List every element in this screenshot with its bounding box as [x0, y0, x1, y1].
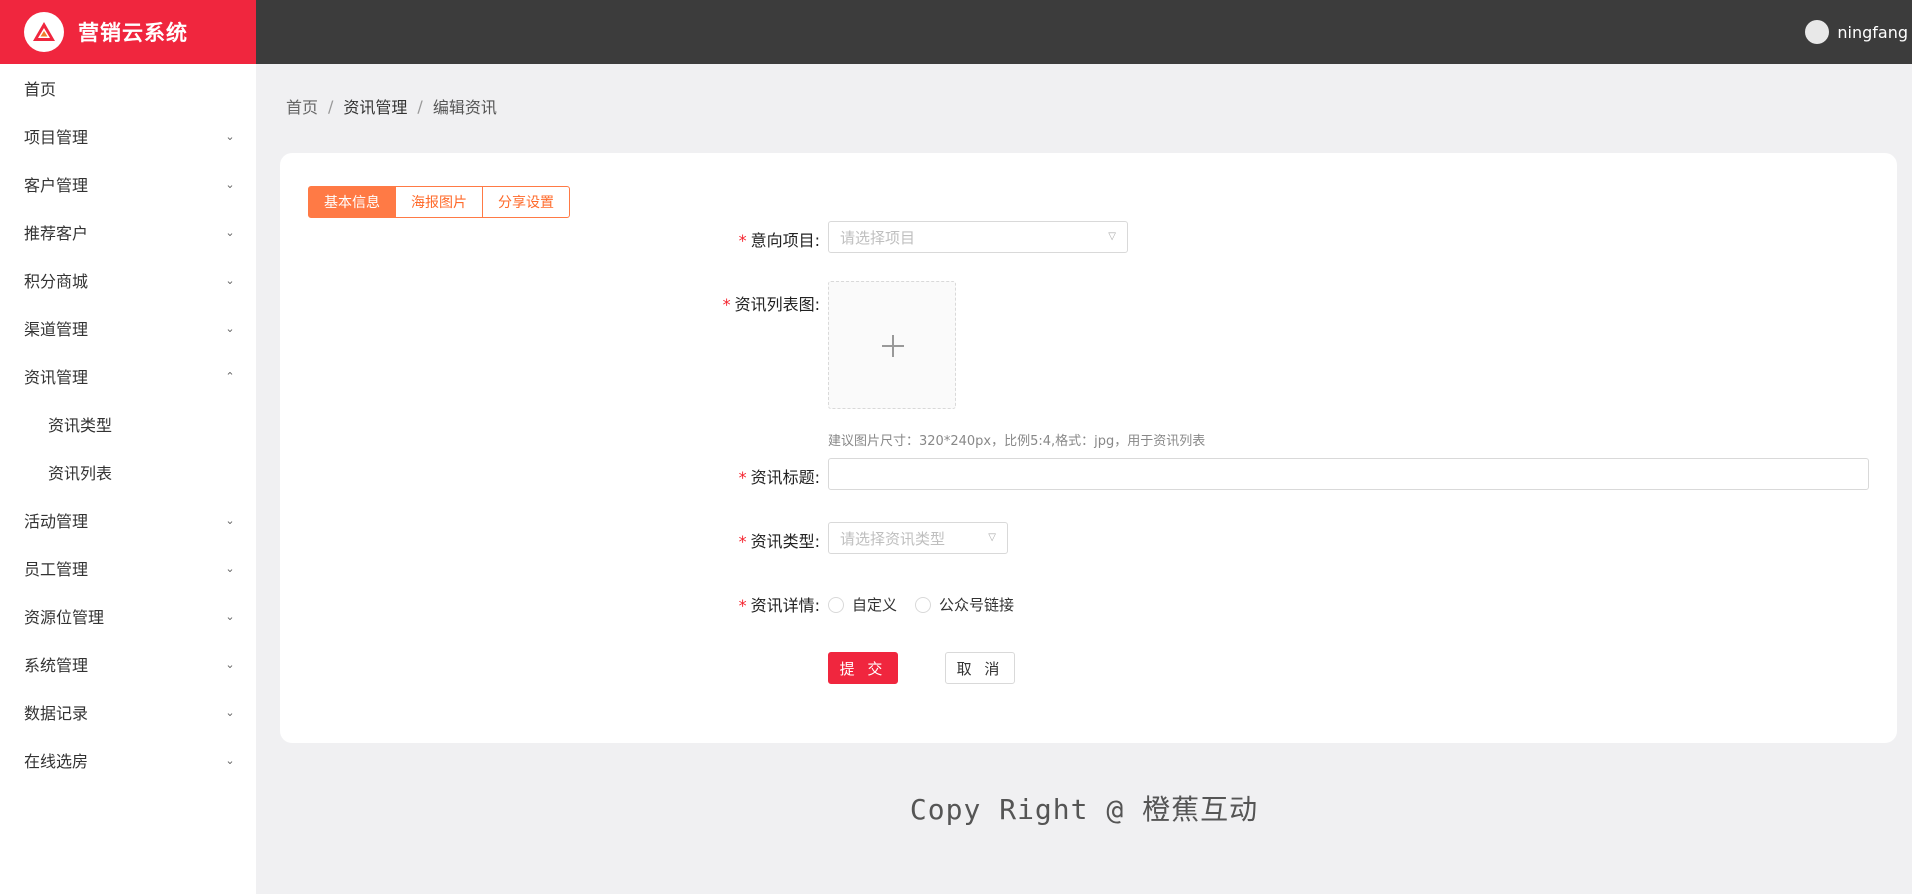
title-label: * 资讯标题:: [739, 464, 820, 488]
chevron-down-icon: ⌄: [225, 129, 235, 143]
breadcrumb-separator: /: [417, 96, 423, 116]
breadcrumb-separator: /: [328, 96, 334, 116]
radio-wechat-link[interactable]: 公众号链接: [915, 594, 1014, 615]
breadcrumb: 首页 / 资讯管理 / 编辑资讯: [286, 94, 497, 118]
sidebar-item-label: 推荐客户: [24, 224, 89, 243]
user-name: ningfang: [1837, 22, 1908, 42]
sidebar-subitem-news-types[interactable]: 资讯类型: [0, 400, 256, 448]
breadcrumb-current: 编辑资讯: [432, 98, 497, 117]
radio-circle: [915, 596, 932, 613]
chevron-down-icon: ⌄: [225, 561, 235, 575]
image-hint: 建议图片尺寸：320*240px，比例5:4,格式：jpg，用于资讯列表: [828, 434, 1206, 449]
radio-label: 自定义: [852, 596, 898, 614]
sidebar-item-data-records[interactable]: 数据记录 ⌄: [0, 688, 256, 736]
sidebar-item-label: 员工管理: [24, 560, 89, 579]
edit-news-card: 基本信息 海报图片 分享设置 * 意向项目: 请选择项目 ▽ * 资讯列表图: 建议…: [280, 153, 1897, 743]
sidebar-item-label: 资讯列表: [48, 464, 113, 483]
radio-circle: [828, 596, 844, 613]
required-mark: *: [738, 532, 747, 551]
title-label-text: 资讯标题:: [750, 468, 820, 487]
submit-button[interactable]: 提 交: [828, 652, 898, 684]
chevron-down-icon: ⌄: [225, 657, 235, 671]
sidebar-item-resource-slots[interactable]: 资源位管理 ⌄: [0, 592, 256, 640]
required-mark: *: [722, 295, 731, 314]
sidebar-item-staff[interactable]: 员工管理 ⌄: [0, 544, 256, 592]
chevron-down-icon: ▽: [1108, 231, 1116, 242]
list-image-label-text: 资讯列表图:: [734, 295, 820, 314]
sidebar-item-activities[interactable]: 活动管理 ⌄: [0, 496, 256, 544]
chevron-down-icon: ▽: [988, 532, 996, 543]
chevron-down-icon: ⌄: [225, 705, 235, 719]
sidebar-item-label: 活动管理: [24, 512, 89, 531]
sidebar-item-online-selection[interactable]: 在线选房 ⌄: [0, 736, 256, 784]
top-bar: ningfang: [256, 0, 1912, 64]
type-select-placeholder: 请选择资讯类型: [840, 529, 946, 548]
sidebar-item-customers[interactable]: 客户管理 ⌄: [0, 160, 256, 208]
sidebar-item-projects[interactable]: 项目管理 ⌄: [0, 112, 256, 160]
cancel-button[interactable]: 取 消: [945, 652, 1015, 684]
list-image-label: * 资讯列表图:: [723, 291, 820, 315]
form-tabs: 基本信息 海报图片 分享设置: [308, 186, 570, 218]
sidebar-item-label: 首页: [24, 80, 57, 99]
sidebar-item-label: 数据记录: [24, 704, 89, 723]
required-mark: *: [738, 596, 747, 615]
sidebar-item-label: 渠道管理: [24, 320, 89, 339]
chevron-down-icon: ⌄: [225, 753, 235, 767]
tab-share-settings[interactable]: 分享设置: [482, 186, 570, 218]
detail-radio-group: 自定义 公众号链接: [828, 594, 1032, 615]
sidebar-item-label: 项目管理: [24, 128, 89, 147]
required-mark: *: [738, 231, 747, 250]
sidebar-item-label: 系统管理: [24, 656, 89, 675]
chevron-down-icon: ⌄: [225, 513, 235, 527]
chevron-down-icon: ⌄: [225, 177, 235, 191]
sidebar-item-label: 资讯类型: [48, 416, 113, 435]
type-label: * 资讯类型:: [739, 528, 820, 552]
chevron-up-icon: ⌃: [225, 369, 235, 383]
app-title: 营销云系统: [78, 21, 188, 45]
project-label: * 意向项目:: [739, 227, 820, 251]
sidebar-item-system[interactable]: 系统管理 ⌄: [0, 640, 256, 688]
project-label-text: 意向项目:: [750, 231, 820, 250]
sidebar-item-news[interactable]: 资讯管理 ⌃: [0, 352, 256, 400]
chevron-down-icon: ⌄: [225, 609, 235, 623]
avatar: [1805, 20, 1830, 44]
image-upload[interactable]: [828, 281, 956, 409]
detail-label-text: 资讯详情:: [750, 596, 820, 615]
chevron-down-icon: ⌄: [225, 273, 235, 287]
logo[interactable]: 营销云系统: [0, 0, 256, 64]
sidebar-item-label: 资讯管理: [24, 368, 89, 387]
required-mark: *: [738, 468, 747, 487]
sidebar-subitem-news-list[interactable]: 资讯列表: [0, 448, 256, 496]
sidebar-item-home[interactable]: 首页: [0, 64, 256, 112]
radio-label: 公众号链接: [939, 596, 1015, 614]
sidebar-item-referrals[interactable]: 推荐客户 ⌄: [0, 208, 256, 256]
tab-basic-info[interactable]: 基本信息: [308, 186, 396, 218]
sidebar-item-label: 资源位管理: [24, 608, 105, 627]
type-label-text: 资讯类型:: [750, 532, 820, 551]
project-select[interactable]: 请选择项目 ▽: [828, 221, 1128, 253]
breadcrumb-home[interactable]: 首页: [286, 94, 318, 118]
sidebar-item-label: 客户管理: [24, 176, 89, 195]
title-input[interactable]: [828, 458, 1869, 490]
plus-icon: [892, 335, 894, 357]
sidebar-menu: 首页 项目管理 ⌄ 客户管理 ⌄ 推荐客户 ⌄ 积分商城 ⌄ 渠道管理 ⌄ 资讯管理 ⌃ 资…: [0, 64, 256, 784]
type-select[interactable]: 请选择资讯类型 ▽: [828, 522, 1008, 554]
tab-poster-images[interactable]: 海报图片: [395, 186, 483, 218]
brand-logo-icon: [24, 12, 64, 52]
project-select-placeholder: 请选择项目: [840, 228, 916, 247]
radio-custom[interactable]: 自定义: [828, 594, 897, 615]
footer-copyright: Copy Right @ 橙蕉互动: [909, 793, 1259, 826]
sidebar-item-label: 积分商城: [24, 272, 89, 291]
sidebar-item-points-mall[interactable]: 积分商城 ⌄: [0, 256, 256, 304]
breadcrumb-section[interactable]: 资讯管理: [343, 94, 407, 118]
detail-label: * 资讯详情:: [739, 592, 820, 616]
chevron-down-icon: ⌄: [225, 321, 235, 335]
chevron-down-icon: ⌄: [225, 225, 235, 239]
sidebar-item-channels[interactable]: 渠道管理 ⌄: [0, 304, 256, 352]
sidebar: 营销云系统 首页 项目管理 ⌄ 客户管理 ⌄ 推荐客户 ⌄ 积分商城 ⌄ 渠道管理 ⌄ 资…: [0, 0, 256, 894]
sidebar-item-label: 在线选房: [24, 752, 89, 771]
user-menu[interactable]: ningfang: [1805, 20, 1908, 44]
